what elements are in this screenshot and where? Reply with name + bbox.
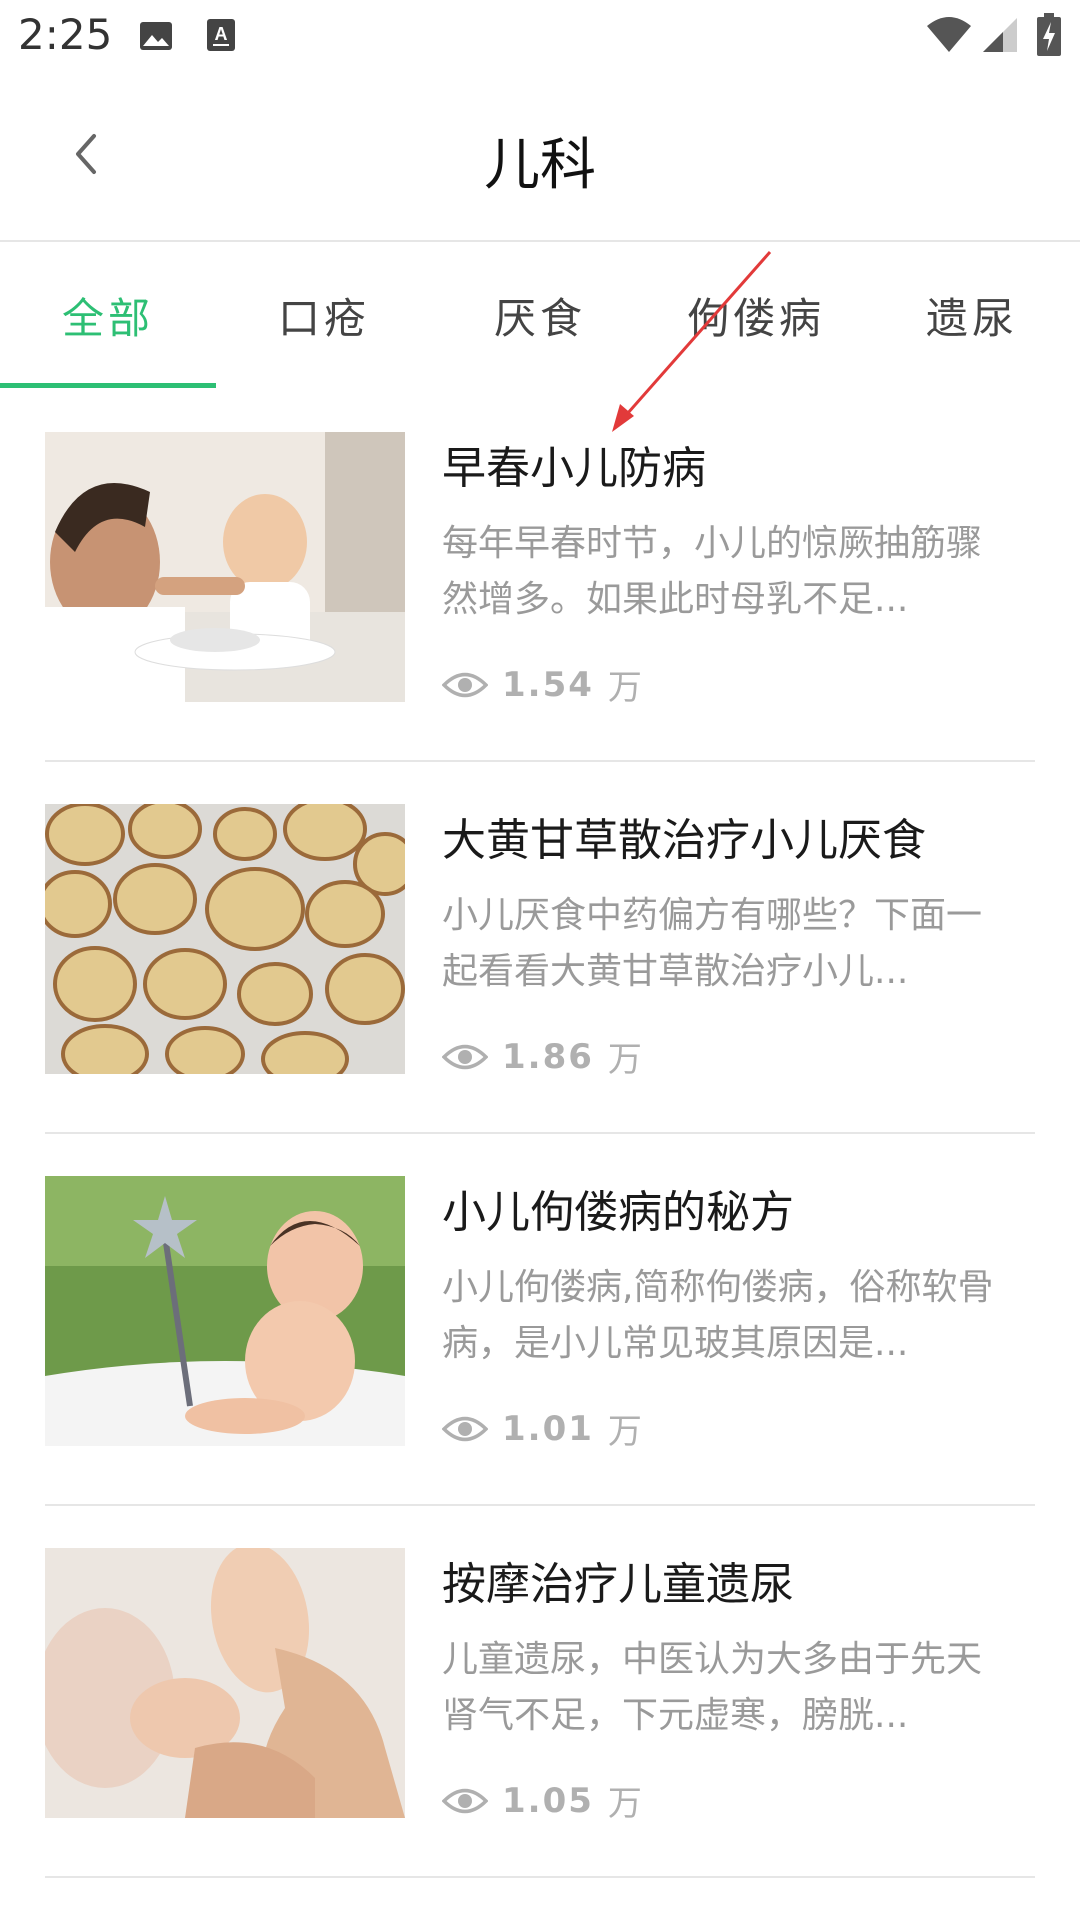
wifi-icon xyxy=(925,15,973,55)
article-title: 早春小儿防病 xyxy=(442,443,706,494)
article-thumbnail xyxy=(45,804,405,1074)
article-thumbnail xyxy=(45,1176,405,1446)
tab-rickets[interactable]: 佝偻病 xyxy=(648,242,864,388)
article-list: 早春小儿防病 每年早春时节，小儿的惊厥抽筋骤然增多。如果此时母乳不足... 1.… xyxy=(0,390,1080,1878)
eye-icon xyxy=(442,1044,488,1069)
views-number: 1.01 xyxy=(502,1408,594,1449)
article-thumbnail xyxy=(45,1548,405,1818)
article-thumbnail xyxy=(45,432,405,702)
views-unit: 万 xyxy=(607,1784,642,1824)
list-item[interactable]: 小儿佝偻病的秘方 小儿佝偻病,简称佝偻病，俗称软骨病，是小儿常见玻其原因是...… xyxy=(0,1134,1080,1506)
article-title: 小儿佝偻病的秘方 xyxy=(442,1187,794,1238)
font-icon: A xyxy=(205,18,237,52)
article-description: 儿童遗尿，中医认为大多由于先天肾气不足，下元虚寒，膀胱... xyxy=(442,1639,983,1736)
views-number: 1.54 xyxy=(502,664,594,705)
view-count: 1.05 万 xyxy=(442,1776,642,1825)
list-item[interactable]: 大黄甘草散治疗小儿厌食 小儿厌食中药偏方有哪些？下面一起看看大黄甘草散治疗小儿.… xyxy=(0,762,1080,1134)
status-bar: 2:25 A xyxy=(0,0,1080,72)
tab-anorexia[interactable]: 厌食 xyxy=(432,242,648,388)
view-count: 1.01 万 xyxy=(442,1404,642,1453)
list-item[interactable]: 早春小儿防病 每年早春时节，小儿的惊厥抽筋骤然增多。如果此时母乳不足... 1.… xyxy=(0,390,1080,762)
tab-all[interactable]: 全部 xyxy=(0,242,216,388)
status-time: 2:25 xyxy=(18,10,113,59)
views-unit: 万 xyxy=(607,1412,642,1452)
tab-mouth-ulcer[interactable]: 口疮 xyxy=(216,242,432,388)
signal-icon xyxy=(980,15,1020,55)
views-unit: 万 xyxy=(607,668,642,708)
article-title: 大黄甘草散治疗小儿厌食 xyxy=(442,815,926,866)
divider xyxy=(45,1876,1035,1878)
views-unit: 万 xyxy=(607,1040,642,1080)
view-count: 1.86 万 xyxy=(442,1032,642,1081)
page-title: 儿科 xyxy=(484,133,596,198)
svg-text:A: A xyxy=(215,24,228,44)
views-number: 1.05 xyxy=(502,1780,594,1821)
article-description: 小儿佝偻病,简称佝偻病，俗称软骨病，是小儿常见玻其原因是... xyxy=(442,1267,994,1364)
category-tabs: 全部 口疮 厌食 佝偻病 遗尿 xyxy=(0,242,1080,388)
battery-icon xyxy=(1035,12,1063,58)
article-description: 小儿厌食中药偏方有哪些？下面一起看看大黄甘草散治疗小儿... xyxy=(442,895,983,992)
list-item[interactable]: 按摩治疗儿童遗尿 儿童遗尿，中医认为大多由于先天肾气不足，下元虚寒，膀胱... … xyxy=(0,1506,1080,1878)
eye-icon xyxy=(442,672,488,697)
image-icon xyxy=(138,20,174,52)
tab-enuresis[interactable]: 遗尿 xyxy=(864,242,1080,388)
eye-icon xyxy=(442,1788,488,1813)
article-description: 每年早春时节，小儿的惊厥抽筋骤然增多。如果此时母乳不足... xyxy=(442,523,983,620)
view-count: 1.54 万 xyxy=(442,660,642,709)
views-number: 1.86 xyxy=(502,1036,594,1077)
eye-icon xyxy=(442,1416,488,1441)
article-title: 按摩治疗儿童遗尿 xyxy=(442,1559,794,1610)
app-header: 儿科 xyxy=(0,72,1080,242)
